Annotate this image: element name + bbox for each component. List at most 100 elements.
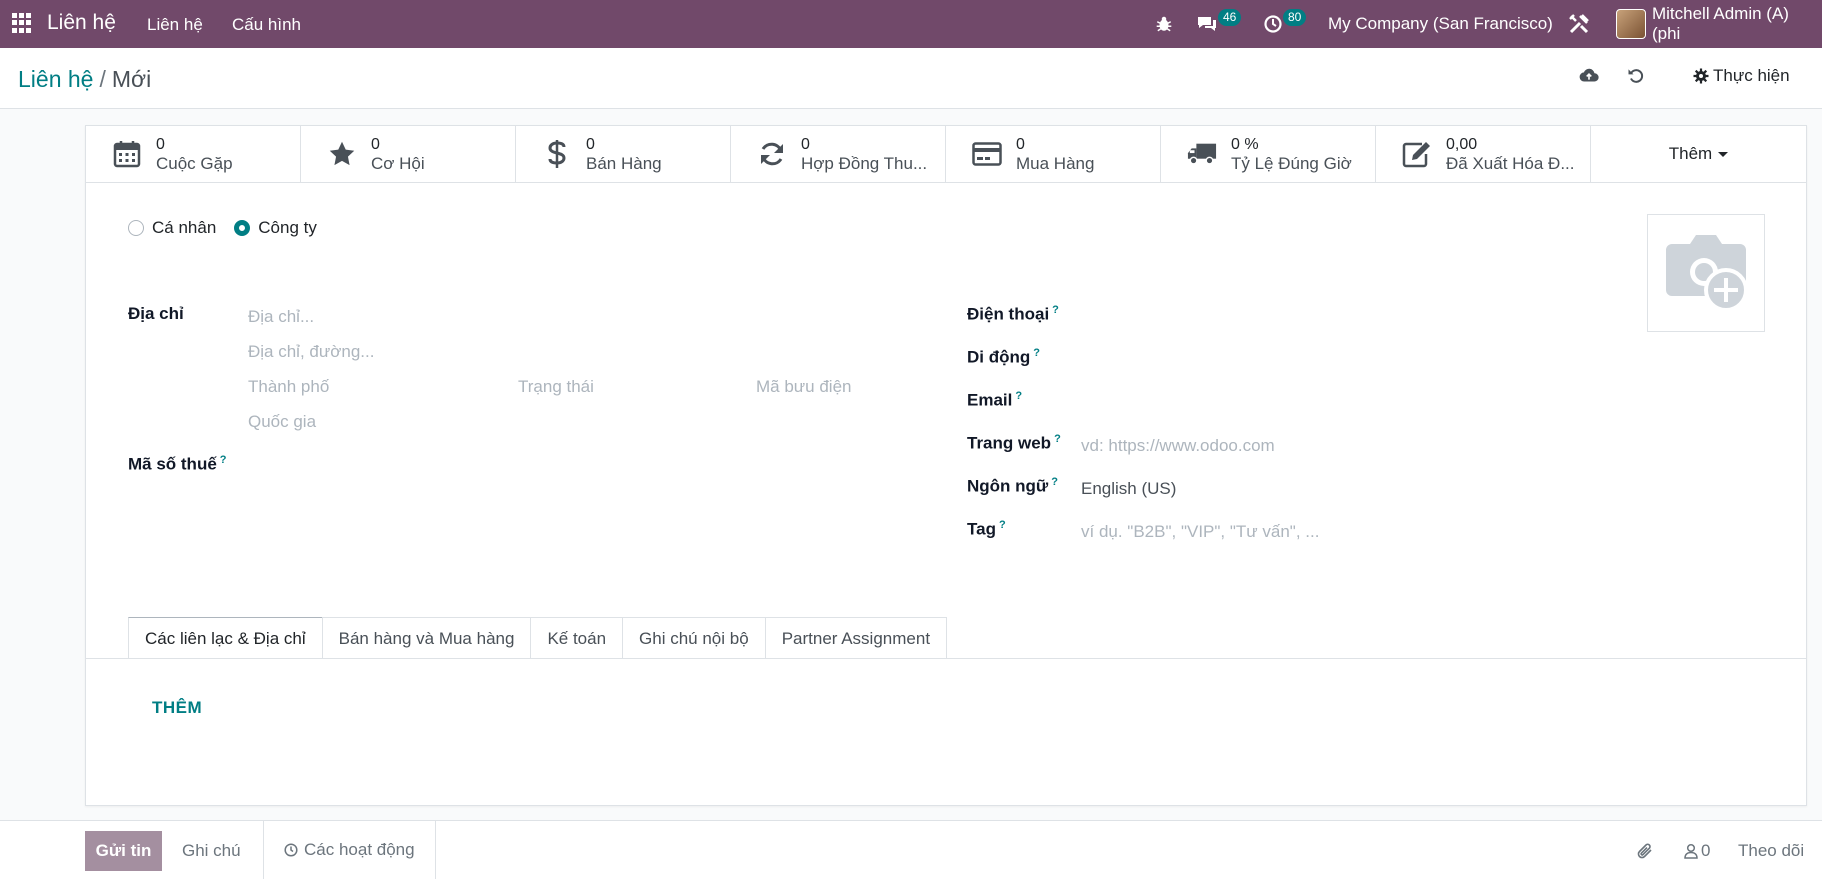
stat-value: 0 — [801, 136, 810, 153]
help-icon[interactable]: ? — [1033, 347, 1040, 359]
apps-menu-icon[interactable] — [12, 13, 32, 33]
tag-input[interactable]: ví dụ. "B2B", "VIP", "Tư vấn", ... — [1081, 522, 1319, 542]
credit-card-icon — [972, 139, 1002, 169]
stat-button-meetings[interactable]: 0 Cuộc Gặp — [86, 126, 301, 182]
city-input[interactable]: Thành phố — [248, 377, 329, 397]
radio-label: Công ty — [258, 218, 317, 237]
stat-label: Bán Hàng — [586, 154, 662, 173]
tab-internal-notes[interactable]: Ghi chú nội bộ — [622, 617, 766, 659]
tab-partner-assignment[interactable]: Partner Assignment — [764, 617, 948, 659]
help-icon[interactable]: ? — [220, 454, 227, 466]
follow-button[interactable]: Theo dõi — [1738, 831, 1804, 871]
radio-circle-checked — [234, 220, 251, 236]
pencil-square-icon — [1402, 139, 1432, 169]
address-label: Địa chỉ — [128, 304, 184, 323]
stat-button-opportunities[interactable]: 0 Cơ Hội — [301, 126, 516, 182]
action-menu-button[interactable]: Thực hiện — [1693, 66, 1790, 86]
radio-individual[interactable]: Cá nhân — [128, 218, 216, 238]
stat-label: Đã Xuất Hóa Đ... — [1446, 154, 1575, 173]
help-icon[interactable]: ? — [1054, 433, 1061, 445]
truck-icon — [1187, 139, 1217, 169]
breadcrumb-separator: / — [99, 66, 106, 92]
street-input[interactable]: Địa chỉ... — [248, 307, 314, 327]
state-input[interactable]: Trạng thái — [518, 377, 594, 397]
tab-sales-purchase[interactable]: Bán hàng và Mua hàng — [321, 617, 532, 659]
help-icon[interactable]: ? — [1051, 476, 1058, 488]
camera-add-icon — [1666, 235, 1748, 312]
tab-contacts-addresses[interactable]: Các liên lạc & Địa chỉ — [128, 617, 323, 659]
stat-button-subscriptions[interactable]: 0 Hợp Đồng Thu... — [731, 126, 946, 182]
settings-tools-icon[interactable] — [1568, 0, 1590, 48]
smart-button-box: 0 Cuộc Gặp 0 Cơ Hội 0 Bán Hàng 0 Hợp Đồng Th… — [86, 126, 1806, 183]
refresh-icon — [757, 139, 787, 169]
street2-input[interactable]: Địa chỉ, đường... — [248, 342, 374, 362]
activities-icon[interactable]: 80 — [1263, 0, 1307, 48]
messages-icon[interactable]: 46 — [1196, 0, 1242, 48]
activities-badge: 80 — [1283, 9, 1307, 26]
help-icon[interactable]: ? — [999, 519, 1006, 531]
stat-value: 0 — [371, 136, 380, 153]
country-input[interactable]: Quốc gia — [248, 412, 316, 432]
company-switcher[interactable]: My Company (San Francisco) — [1328, 0, 1553, 48]
breadcrumb-parent[interactable]: Liên hệ — [18, 66, 93, 92]
language-label: Ngôn ngữ? — [967, 476, 1058, 496]
radio-circle — [128, 220, 144, 236]
stat-value: 0,00 — [1446, 136, 1478, 153]
stat-button-purchases[interactable]: 0 Mua Hàng — [946, 126, 1161, 182]
email-label: Email? — [967, 390, 1023, 410]
menu-configuration[interactable]: Cấu hình — [232, 15, 301, 35]
attachment-icon[interactable] — [1636, 831, 1654, 871]
notebook-tabs: Các liên lạc & Địa chỉ Bán hàng và Mua h… — [128, 617, 948, 659]
calendar-icon — [112, 139, 142, 169]
stat-label: Mua Hàng — [1016, 154, 1095, 173]
website-input[interactable]: vd: https://www.odoo.com — [1081, 436, 1275, 456]
image-upload[interactable] — [1647, 214, 1765, 332]
stat-value: 0 — [586, 136, 595, 153]
save-cloud-icon[interactable] — [1578, 65, 1602, 89]
phone-label: Điện thoại? — [967, 304, 1059, 324]
more-stat-buttons-dropdown[interactable]: Thêm — [1591, 126, 1806, 182]
stat-value: 0 % — [1231, 136, 1259, 153]
user-menu[interactable]: Mitchell Admin (A) (phi — [1616, 0, 1822, 48]
star-icon — [327, 139, 357, 169]
followers-button[interactable]: 0 — [1684, 831, 1710, 871]
messages-badge: 46 — [1218, 9, 1242, 26]
breadcrumb-current: Mới — [111, 66, 152, 92]
tab-divider — [86, 658, 1806, 659]
stat-label: Tỷ Lệ Đúng Giờ — [1231, 154, 1352, 173]
gear-icon — [1693, 68, 1709, 84]
app-title[interactable]: Liên hệ — [47, 11, 116, 35]
activities-button[interactable]: Các hoạt động — [263, 821, 436, 879]
stat-button-on-time-rate[interactable]: 0 % Tỷ Lệ Đúng Giờ — [1161, 126, 1376, 182]
send-message-button[interactable]: Gửi tin — [85, 831, 162, 871]
stat-button-sales[interactable]: 0 Bán Hàng — [516, 126, 731, 182]
radio-label: Cá nhân — [152, 218, 217, 237]
radio-company[interactable]: Công ty — [234, 218, 317, 238]
help-icon[interactable]: ? — [1015, 390, 1022, 402]
user-icon — [1684, 843, 1698, 859]
menu-contacts[interactable]: Liên hệ — [147, 15, 203, 35]
debug-icon[interactable] — [1155, 0, 1173, 48]
stat-button-invoiced[interactable]: 0,00 Đã Xuất Hóa Đ... — [1376, 126, 1591, 182]
tag-label: Tag? — [967, 519, 1006, 539]
help-icon[interactable]: ? — [1052, 304, 1059, 316]
log-note-button[interactable]: Ghi chú — [166, 831, 257, 871]
zip-input[interactable]: Mã bưu điện — [756, 377, 852, 397]
stat-label: Hợp Đồng Thu... — [801, 154, 928, 173]
add-contact-button[interactable]: THÊM — [152, 698, 202, 718]
top-navbar: Liên hệ Liên hệ Cấu hình 46 80 My Compan… — [0, 0, 1822, 48]
stat-label: Cơ Hội — [371, 154, 425, 173]
followers-count: 0 — [1701, 841, 1711, 860]
discard-undo-icon[interactable] — [1626, 65, 1650, 89]
tab-accounting[interactable]: Kế toán — [530, 617, 624, 659]
stat-value: 0 — [1016, 136, 1025, 153]
company-type-radio-group: Cá nhân Công ty — [128, 218, 317, 238]
action-menu-label: Thực hiện — [1713, 66, 1790, 85]
activities-label: Các hoạt động — [304, 840, 415, 859]
website-label: Trang web? — [967, 433, 1061, 453]
clock-icon — [284, 843, 298, 857]
language-select[interactable]: English (US) — [1081, 479, 1176, 499]
stat-value: 0 — [156, 136, 165, 153]
control-panel: Liên hệ / Mới Thực hiện — [0, 48, 1822, 109]
chatter-bar: Gửi tin Ghi chú Các hoạt động 0 Theo dõi — [0, 820, 1822, 888]
